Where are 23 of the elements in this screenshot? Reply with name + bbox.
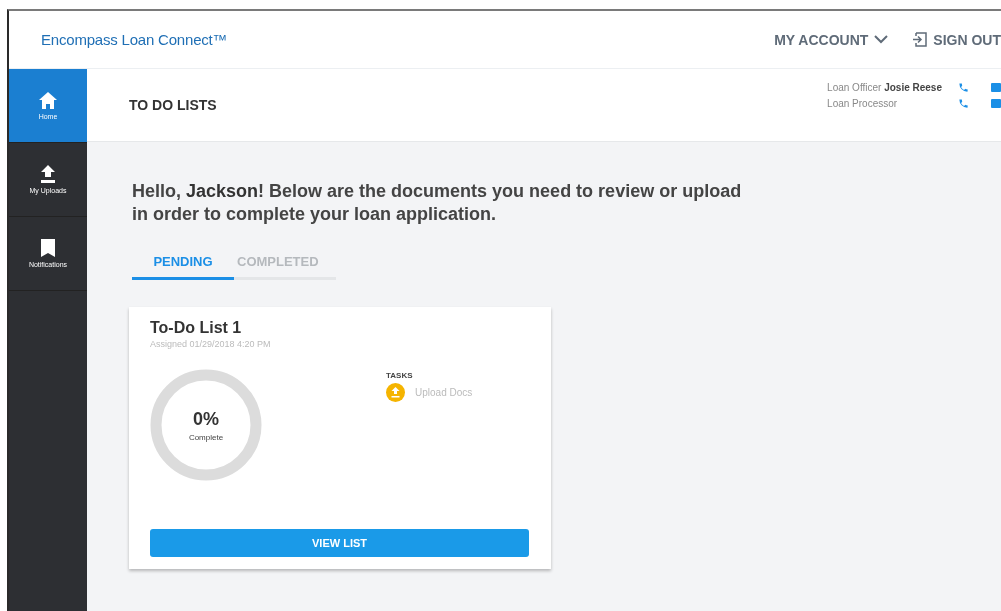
- upload-icon: [40, 165, 56, 183]
- percent-value: 0%: [193, 408, 219, 430]
- view-list-button[interactable]: VIEW LIST: [150, 529, 529, 557]
- phone-icon: [958, 97, 969, 109]
- page-title: TO DO LISTS: [129, 97, 217, 113]
- contact-label: Loan Officer Josie Reese: [827, 81, 942, 93]
- contact-label: Loan Processor: [827, 97, 898, 109]
- tasks-heading: TASKS: [386, 371, 414, 380]
- my-account-menu[interactable]: MY ACCOUNT: [774, 31, 889, 48]
- card-title: To-Do List 1: [150, 319, 243, 337]
- sign-out-link[interactable]: SIGN OUT: [912, 31, 1001, 48]
- percent-label: Complete: [188, 432, 224, 442]
- tab[interactable]: PENDING: [132, 248, 234, 280]
- bookmark-icon: [41, 239, 55, 257]
- chevron-down-icon: [874, 35, 889, 44]
- task-label: Upload Docs: [415, 387, 473, 398]
- phone-icon: [958, 81, 969, 93]
- home-icon: [39, 91, 57, 109]
- app-logo: Encompass Loan Connect™: [41, 31, 228, 48]
- greeting-text: Hello, Jackson! Below are the documents you need to review or upload in order to complete your loan application.: [132, 180, 742, 226]
- upload-icon: [386, 383, 405, 402]
- sign-out-icon: [912, 32, 928, 47]
- assigned-date: Assigned 01/29/2018 4:20 PM: [150, 339, 272, 349]
